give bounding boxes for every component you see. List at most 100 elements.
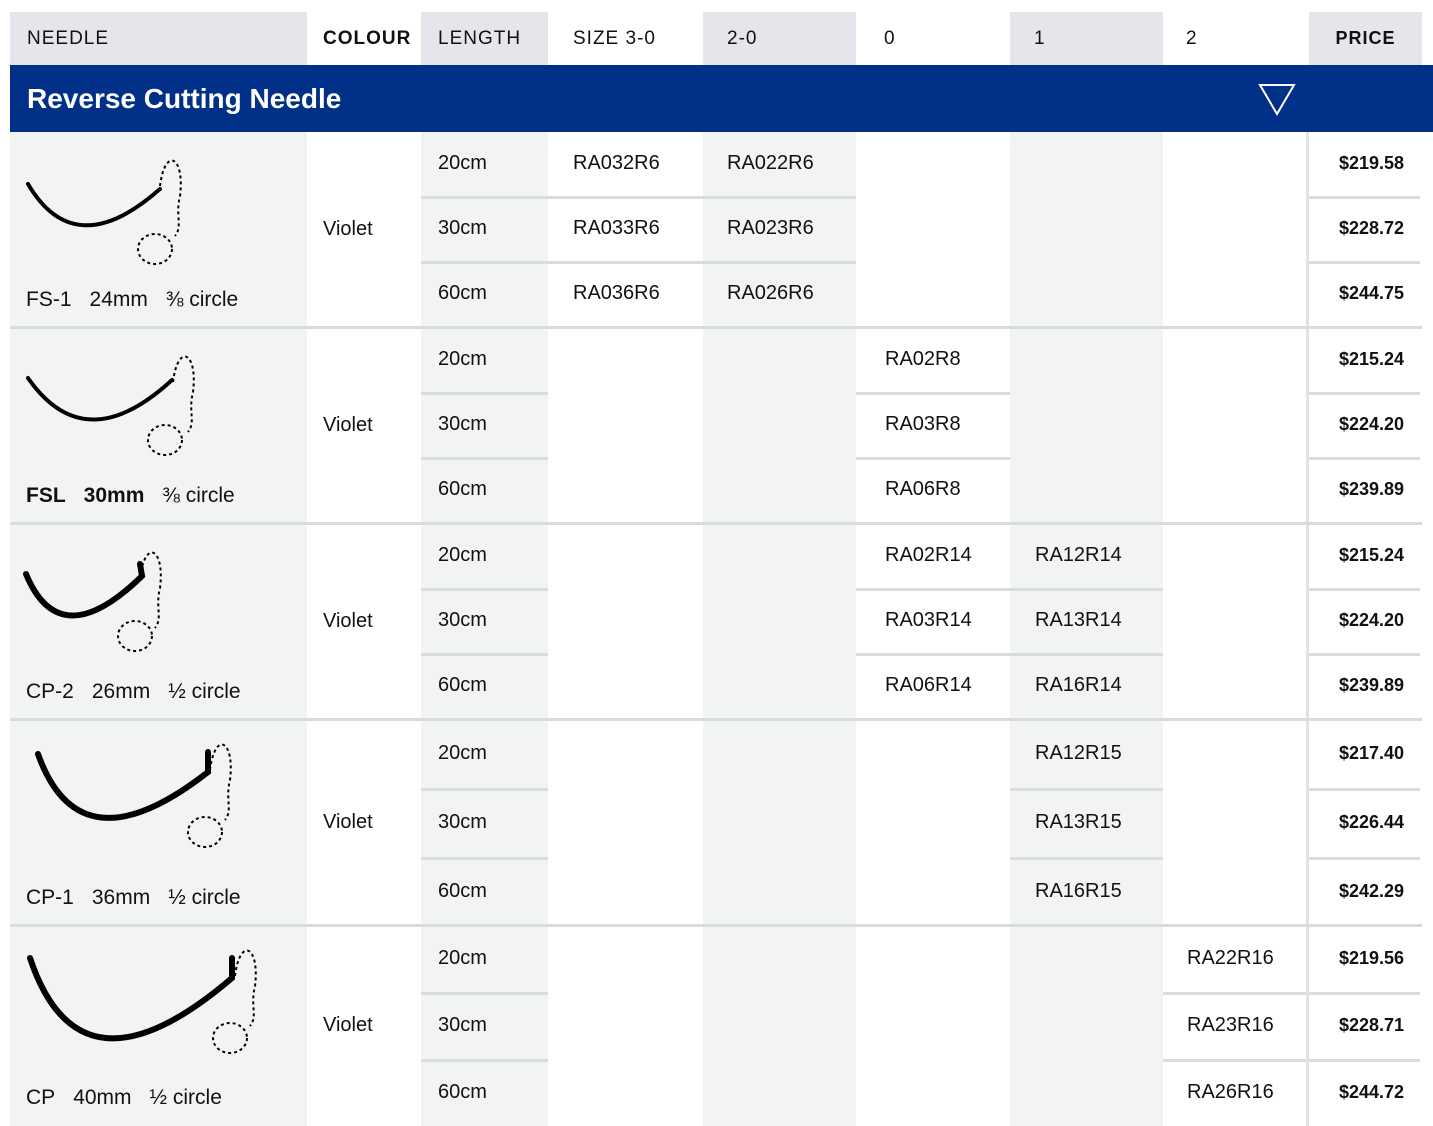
product-code-cell: RA02R14	[885, 543, 972, 566]
row-separator	[856, 392, 1010, 395]
length-cell: 20cm	[438, 151, 487, 174]
needle-curve-icon	[26, 355, 195, 456]
product-code-cell: RA06R14	[885, 673, 972, 696]
row-separator	[421, 992, 548, 995]
needle-header-cell: NEEDLE	[10, 12, 307, 65]
row-separator	[421, 392, 548, 395]
size-2-0-column-shade	[703, 12, 856, 1126]
product-code-cell: RA22R16	[1187, 946, 1274, 969]
group-separator	[10, 326, 1422, 329]
product-code-cell: RA036R6	[573, 281, 660, 304]
needle-curve-icon	[26, 159, 182, 265]
product-code-cell: RA16R15	[1035, 879, 1122, 902]
triangle-down-icon[interactable]	[1258, 83, 1296, 117]
length-header-cell: LENGTH	[421, 12, 548, 65]
length-cell: 60cm	[438, 673, 487, 696]
product-code-cell: RA023R6	[727, 216, 814, 239]
row-separator	[703, 196, 856, 199]
needle-shape: ½ circle	[168, 680, 241, 703]
row-separator	[548, 196, 703, 199]
row-separator	[421, 653, 548, 656]
length-cell: 30cm	[438, 216, 487, 239]
needle-size: 40mm	[73, 1086, 132, 1109]
row-separator	[1309, 196, 1420, 199]
product-code-cell: RA026R6	[727, 281, 814, 304]
needle-code: FSL	[26, 484, 66, 507]
row-separator	[856, 457, 1010, 460]
row-separator	[1010, 788, 1163, 791]
size-2-0-header: 2-0	[727, 28, 758, 49]
price-cell: $239.89	[1339, 478, 1405, 499]
needle-label: CP-1 36mm ½ circle	[26, 886, 241, 910]
product-code-cell: RA032R6	[573, 151, 660, 174]
length-cell: 30cm	[438, 1013, 487, 1036]
needle-label: FSL 30mm ⅜ circle	[26, 484, 235, 508]
colour-header: COLOUR	[323, 28, 412, 49]
price-cell: $228.71	[1339, 1014, 1405, 1035]
product-code-cell: RA02R8	[885, 347, 961, 370]
colour-cell: Violet	[323, 1014, 373, 1036]
row-separator	[1309, 788, 1420, 791]
price-cell: $224.20	[1339, 413, 1405, 434]
row-separator	[421, 857, 548, 860]
needle-label: FS-1 24mm ⅜ circle	[26, 288, 238, 312]
product-code-cell: RA13R15	[1035, 810, 1122, 833]
price-cell: $244.72	[1339, 1081, 1405, 1102]
needle-size: 30mm	[83, 484, 145, 507]
size-1-header: 1	[1034, 28, 1046, 49]
price-cell: $215.24	[1339, 348, 1405, 369]
needle-code: FS-1	[26, 288, 72, 311]
row-separator	[1309, 392, 1420, 395]
product-code-cell: RA033R6	[573, 216, 660, 239]
row-separator	[1010, 857, 1163, 860]
needle-label: CP 40mm ½ circle	[26, 1086, 222, 1110]
size-1-column-shade	[1010, 12, 1163, 1126]
row-separator	[1309, 653, 1420, 656]
length-cell: 60cm	[438, 879, 487, 902]
row-separator	[856, 588, 1010, 591]
row-separator	[1010, 588, 1163, 591]
row-separator	[1309, 588, 1420, 591]
length-cell: 20cm	[438, 741, 487, 764]
row-separator	[1309, 457, 1420, 460]
product-code-cell: RA022R6	[727, 151, 814, 174]
needle-curve-icon	[27, 949, 257, 1054]
needle-shape: ⅜ circle	[162, 484, 235, 507]
row-separator	[421, 788, 548, 791]
needle-curve-icon	[35, 743, 232, 848]
row-separator	[1309, 1059, 1420, 1062]
length-cell: 20cm	[438, 946, 487, 969]
product-code-cell: RA16R14	[1035, 673, 1122, 696]
price-cell: $217.40	[1339, 742, 1405, 763]
length-cell: 60cm	[438, 281, 487, 304]
product-code-cell: RA26R16	[1187, 1080, 1274, 1103]
price-header: PRICE	[1309, 12, 1422, 65]
product-code-cell: RA12R15	[1035, 741, 1122, 764]
length-cell: 30cm	[438, 608, 487, 631]
row-separator	[421, 588, 548, 591]
price-cell: $244.75	[1339, 282, 1405, 303]
section-banner: Reverse Cutting Needle	[10, 65, 1433, 132]
row-separator	[421, 196, 548, 199]
needle-size: 24mm	[89, 288, 148, 311]
product-code-cell: RA12R14	[1035, 543, 1122, 566]
product-code-cell: RA03R8	[885, 412, 961, 435]
price-cell: $219.56	[1339, 947, 1405, 968]
product-code-cell: RA13R14	[1035, 608, 1122, 631]
size-2-0-header-cell: 2-0	[703, 12, 856, 65]
product-code-cell: RA06R8	[885, 477, 961, 500]
size-1-header-cell: 1	[1010, 12, 1163, 65]
table-header: NEEDLE COLOUR LENGTH SIZE 3-0 2-0 0 1 2 …	[10, 12, 1422, 65]
price-cell: $215.24	[1339, 544, 1405, 565]
colour-cell: Violet	[323, 218, 373, 240]
row-separator	[856, 653, 1010, 656]
row-separator	[1309, 857, 1420, 860]
product-code-cell: RA23R16	[1187, 1013, 1274, 1036]
row-separator	[1163, 992, 1306, 995]
price-cell: $242.29	[1339, 880, 1405, 901]
colour-cell: Violet	[323, 811, 373, 833]
row-separator	[421, 457, 548, 460]
price-cell: $224.20	[1339, 609, 1405, 630]
price-column-divider	[1306, 132, 1309, 1126]
row-separator	[703, 261, 856, 264]
